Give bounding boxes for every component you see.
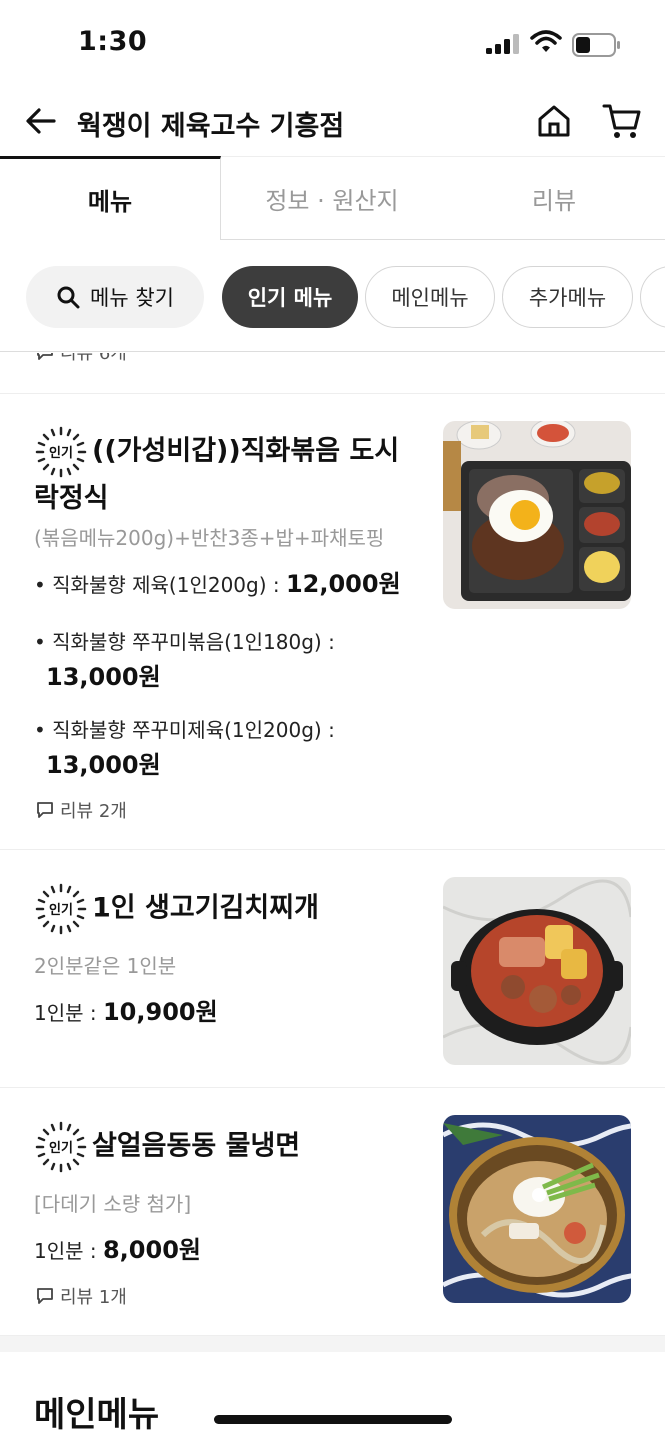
menu-option: • 직화불향 쭈꾸미볶음(1인180g) : 13,000원: [34, 630, 335, 691]
comment-icon: [37, 1288, 53, 1304]
menu-item-photo: [443, 421, 631, 609]
option-price: 13,000원: [46, 751, 161, 779]
svg-text:인기: 인기: [49, 1140, 73, 1156]
menu-item[interactable]: 인기 살얼음동동 물냉면 [다데기 소량 첨가] 1인분 : 8,000원 리뷰…: [0, 1088, 665, 1336]
app-header: 웍쟁이 제육고수 기흥점: [0, 90, 665, 156]
popular-badge-icon: 인기: [35, 426, 87, 478]
status-bar: 1:30: [0, 0, 665, 90]
wifi-icon: [530, 30, 562, 52]
menu-item-price: 1인분 : 8,000원: [34, 1236, 201, 1264]
menu-item-price: 1인분 : 10,900원: [34, 998, 218, 1026]
store-tabs: 메뉴 정보 · 원산지 리뷰: [0, 156, 665, 240]
tab-info[interactable]: 정보 · 원산지: [221, 156, 443, 240]
menu-item-photo: [443, 877, 631, 1065]
review-count: 리뷰 2개: [36, 797, 127, 823]
search-icon: [57, 286, 80, 309]
chip-more[interactable]: [640, 266, 665, 328]
cellular-signal-icon: [486, 34, 519, 54]
menu-item-description: (볶음메뉴200g)+반찬3종+밥+파채토핑: [34, 526, 385, 550]
comment-icon: [37, 353, 53, 360]
svg-text:인기: 인기: [49, 902, 73, 918]
comment-icon: [37, 802, 53, 818]
menu-search-label: 메뉴 찾기: [90, 286, 174, 310]
review-count: 리뷰 1개: [36, 1283, 127, 1309]
svg-text:인기: 인기: [49, 445, 73, 461]
cart-icon[interactable]: [602, 102, 642, 140]
menu-option: • 직화불향 쭈꾸미제육(1인200g) : 13,000원: [34, 718, 335, 779]
menu-list: 리뷰 6개 인기 ((가성비갑))직화볶음 도시 락정식 (볶음메뉴200g)+…: [0, 353, 665, 1440]
chip-popular-menu[interactable]: 인기 메뉴: [222, 266, 358, 328]
section-divider: [0, 1336, 665, 1352]
popular-badge-icon: 인기: [35, 883, 87, 935]
menu-option: • 직화불향 제육(1인200g) : 12,000원: [34, 570, 401, 598]
tab-reviews[interactable]: 리뷰: [443, 156, 665, 240]
status-time: 1:30: [78, 26, 148, 57]
back-arrow-icon[interactable]: [24, 104, 58, 138]
menu-item-name: 인기 1인 생고기김치찌개: [34, 882, 319, 936]
battery-icon: [572, 33, 620, 57]
chip-main-menu[interactable]: 메인메뉴: [365, 266, 495, 328]
home-icon[interactable]: [535, 102, 573, 140]
menu-item-description: 2인분같은 1인분: [34, 954, 177, 978]
menu-item[interactable]: 인기 1인 생고기김치찌개 2인분같은 1인분 1인분 : 10,900원: [0, 850, 665, 1088]
option-price: 13,000원: [46, 663, 161, 691]
menu-item-name: 인기 ((가성비갑))직화볶음 도시 락정식: [34, 425, 399, 518]
chip-extra-menu[interactable]: 추가메뉴: [502, 266, 633, 328]
menu-item-name: 인기 살얼음동동 물냉면: [34, 1120, 300, 1174]
store-title: 웍쟁이 제육고수 기흥점: [77, 111, 345, 142]
list-item-partial[interactable]: 리뷰 6개: [0, 353, 665, 394]
menu-filter-chips: 메뉴 찾기 인기 메뉴 메인메뉴 추가메뉴: [0, 240, 665, 352]
option-price: 12,000원: [285, 570, 401, 598]
menu-item-photo: [443, 1115, 631, 1303]
menu-item-description: [다데기 소량 첨가]: [34, 1192, 192, 1216]
menu-search-button[interactable]: 메뉴 찾기: [26, 266, 204, 328]
home-indicator: [214, 1415, 452, 1424]
tab-menu[interactable]: 메뉴: [0, 156, 221, 240]
review-count: 리뷰 6개: [36, 353, 127, 365]
section-title: 메인메뉴: [34, 1395, 160, 1435]
menu-item[interactable]: 인기 ((가성비갑))직화볶음 도시 락정식 (볶음메뉴200g)+반찬3종+밥…: [0, 394, 665, 850]
popular-badge-icon: 인기: [35, 1121, 87, 1173]
